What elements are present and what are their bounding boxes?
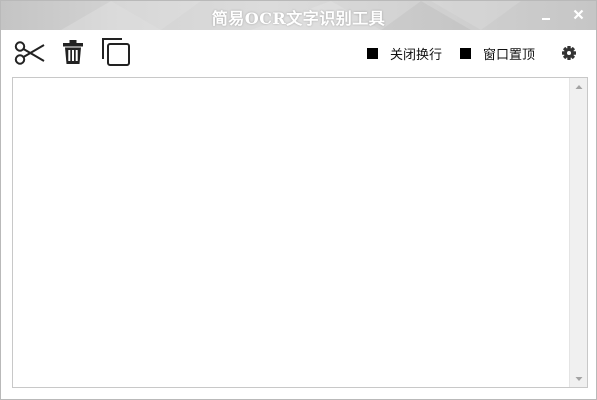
copy-icon <box>102 38 130 66</box>
always-on-top-label: 窗口置顶 <box>483 47 536 63</box>
close-button[interactable] <box>570 6 588 24</box>
vertical-scrollbar[interactable] <box>569 78 587 387</box>
scroll-down-button[interactable] <box>570 370 587 387</box>
window-title: 简易OCR文字识别工具 <box>211 9 386 28</box>
minimize-icon <box>542 18 550 20</box>
copy-button[interactable] <box>101 37 131 67</box>
disable-wrap-toggle[interactable]: 关闭换行 <box>367 44 443 63</box>
delete-button[interactable] <box>62 39 84 65</box>
disable-wrap-checkbox[interactable] <box>367 47 378 59</box>
app-window: 简易OCR文字识别工具 关闭换行 窗口置顶 <box>0 0 597 400</box>
result-text-area[interactable] <box>12 77 588 388</box>
toolbar: 关闭换行 窗口置顶 <box>1 30 596 76</box>
close-icon <box>573 9 584 20</box>
always-on-top-toggle[interactable]: 窗口置顶 <box>460 44 536 63</box>
disable-wrap-label: 关闭换行 <box>390 47 443 63</box>
gear-icon <box>562 46 576 60</box>
scroll-up-arrow-icon <box>575 84 582 89</box>
cut-button[interactable] <box>14 40 46 66</box>
trash-icon <box>63 40 83 64</box>
always-on-top-checkbox[interactable] <box>460 47 471 59</box>
title-bar[interactable]: 简易OCR文字识别工具 <box>1 1 596 30</box>
result-text-content[interactable] <box>17 81 567 384</box>
scroll-down-arrow-icon <box>575 376 582 381</box>
settings-button[interactable] <box>560 44 578 62</box>
minimize-button[interactable] <box>538 6 556 24</box>
scissors-icon <box>14 41 45 65</box>
scroll-up-button[interactable] <box>570 78 587 95</box>
